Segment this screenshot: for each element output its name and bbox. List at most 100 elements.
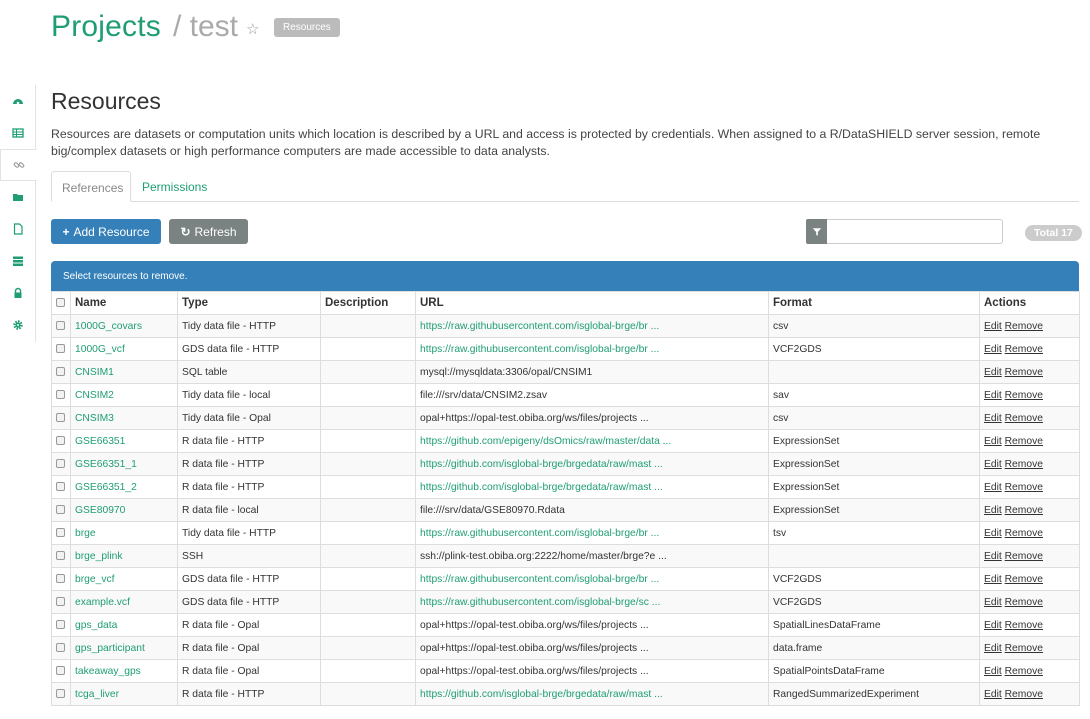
edit-link[interactable]: Edit — [984, 689, 1002, 700]
dashboard-icon[interactable] — [0, 85, 36, 117]
lock-icon[interactable] — [0, 277, 36, 309]
star-icon[interactable]: ☆ — [246, 20, 259, 38]
edit-link[interactable]: Edit — [984, 551, 1002, 562]
resource-description — [320, 544, 416, 568]
resource-name-link[interactable]: GSE66351_2 — [70, 475, 178, 499]
remove-link[interactable]: Remove — [1005, 528, 1043, 539]
resource-name-link[interactable]: GSE66351_1 — [70, 452, 178, 476]
resource-url[interactable]: https://github.com/isglobal-brge/brgedat… — [415, 682, 769, 706]
row-checkbox[interactable] — [51, 521, 71, 545]
resource-name-link[interactable]: brge — [70, 521, 178, 545]
resource-name-link[interactable]: takeaway_gps — [70, 659, 178, 683]
link-icon[interactable] — [0, 149, 37, 181]
row-checkbox[interactable] — [51, 544, 71, 568]
edit-link[interactable]: Edit — [984, 620, 1002, 631]
projects-link[interactable]: Projects — [51, 10, 161, 44]
resource-url[interactable]: https://github.com/isglobal-brge/brgedat… — [415, 452, 769, 476]
remove-link[interactable]: Remove — [1005, 482, 1043, 493]
remove-link[interactable]: Remove — [1005, 321, 1043, 332]
resource-name-link[interactable]: gps_data — [70, 613, 178, 637]
edit-link[interactable]: Edit — [984, 367, 1002, 378]
edit-link[interactable]: Edit — [984, 321, 1002, 332]
resource-url[interactable]: https://github.com/isglobal-brge/brgedat… — [415, 475, 769, 499]
resource-url[interactable]: https://raw.githubusercontent.com/isglob… — [415, 521, 769, 545]
table-icon[interactable] — [0, 117, 36, 149]
row-checkbox[interactable] — [51, 360, 71, 384]
row-checkbox[interactable] — [51, 337, 71, 361]
edit-link[interactable]: Edit — [984, 597, 1002, 608]
edit-link[interactable]: Edit — [984, 482, 1002, 493]
resource-name-link[interactable]: example.vcf — [70, 590, 178, 614]
edit-link[interactable]: Edit — [984, 574, 1002, 585]
resource-name-link[interactable]: CNSIM1 — [70, 360, 178, 384]
resource-url[interactable]: https://github.com/epigeny/dsOmics/raw/m… — [415, 429, 769, 453]
resource-name-link[interactable]: gps_participant — [70, 636, 178, 660]
tab-permissions[interactable]: Permissions — [131, 171, 217, 202]
resource-name-link[interactable]: GSE80970 — [70, 498, 178, 522]
edit-link[interactable]: Edit — [984, 390, 1002, 401]
remove-link[interactable]: Remove — [1005, 597, 1043, 608]
row-checkbox[interactable] — [51, 314, 71, 338]
edit-link[interactable]: Edit — [984, 459, 1002, 470]
remove-link[interactable]: Remove — [1005, 436, 1043, 447]
row-checkbox[interactable] — [51, 383, 71, 407]
remove-link[interactable]: Remove — [1005, 413, 1043, 424]
table-row: gps_participant R data file - Opal opal+ht… — [51, 636, 1080, 660]
resource-url[interactable]: https://raw.githubusercontent.com/isglob… — [415, 567, 769, 591]
resource-name-link[interactable]: brge_plink — [70, 544, 178, 568]
column-header-description[interactable]: Description — [320, 291, 416, 315]
resource-name-link[interactable]: GSE66351 — [70, 429, 178, 453]
resource-name-link[interactable]: CNSIM3 — [70, 406, 178, 430]
remove-link[interactable]: Remove — [1005, 643, 1043, 654]
resource-url[interactable]: https://raw.githubusercontent.com/isglob… — [415, 590, 769, 614]
folder-icon[interactable] — [0, 181, 36, 213]
remove-link[interactable]: Remove — [1005, 459, 1043, 470]
row-checkbox[interactable] — [51, 475, 71, 499]
edit-link[interactable]: Edit — [984, 643, 1002, 654]
row-checkbox[interactable] — [51, 429, 71, 453]
row-checkbox[interactable] — [51, 567, 71, 591]
resource-url[interactable]: https://raw.githubusercontent.com/isglob… — [415, 314, 769, 338]
refresh-button[interactable]: ↻ Refresh — [169, 219, 248, 244]
edit-link[interactable]: Edit — [984, 528, 1002, 539]
edit-link[interactable]: Edit — [984, 505, 1002, 516]
remove-link[interactable]: Remove — [1005, 689, 1043, 700]
row-checkbox[interactable] — [51, 498, 71, 522]
remove-link[interactable]: Remove — [1005, 574, 1043, 585]
row-checkbox[interactable] — [51, 590, 71, 614]
remove-link[interactable]: Remove — [1005, 367, 1043, 378]
column-header-format[interactable]: Format — [768, 291, 980, 315]
remove-link[interactable]: Remove — [1005, 390, 1043, 401]
column-header-url[interactable]: URL — [415, 291, 769, 315]
tab-references[interactable]: References — [51, 171, 131, 202]
resource-url[interactable]: https://raw.githubusercontent.com/isglob… — [415, 337, 769, 361]
row-checkbox[interactable] — [51, 406, 71, 430]
column-header-type[interactable]: Type — [177, 291, 321, 315]
filter-input[interactable] — [806, 219, 1003, 244]
row-checkbox[interactable] — [51, 682, 71, 706]
row-checkbox[interactable] — [51, 452, 71, 476]
resource-name-link[interactable]: brge_vcf — [70, 567, 178, 591]
remove-link[interactable]: Remove — [1005, 505, 1043, 516]
resource-name-link[interactable]: tcga_liver — [70, 682, 178, 706]
resource-name-link[interactable]: 1000G_covars — [70, 314, 178, 338]
resource-name-link[interactable]: 1000G_vcf — [70, 337, 178, 361]
remove-link[interactable]: Remove — [1005, 344, 1043, 355]
row-checkbox[interactable] — [51, 636, 71, 660]
edit-link[interactable]: Edit — [984, 344, 1002, 355]
file-icon[interactable] — [0, 213, 36, 245]
column-header-name[interactable]: Name — [70, 291, 178, 315]
resource-name-link[interactable]: CNSIM2 — [70, 383, 178, 407]
edit-link[interactable]: Edit — [984, 666, 1002, 677]
add-resource-button[interactable]: + Add Resource — [51, 219, 161, 244]
edit-link[interactable]: Edit — [984, 413, 1002, 424]
edit-link[interactable]: Edit — [984, 436, 1002, 447]
remove-link[interactable]: Remove — [1005, 620, 1043, 631]
remove-link[interactable]: Remove — [1005, 666, 1043, 677]
storage-icon[interactable] — [0, 245, 36, 277]
gear-icon[interactable] — [0, 309, 36, 341]
row-checkbox[interactable] — [51, 659, 71, 683]
remove-link[interactable]: Remove — [1005, 551, 1043, 562]
select-all-checkbox[interactable] — [51, 291, 71, 315]
row-checkbox[interactable] — [51, 613, 71, 637]
